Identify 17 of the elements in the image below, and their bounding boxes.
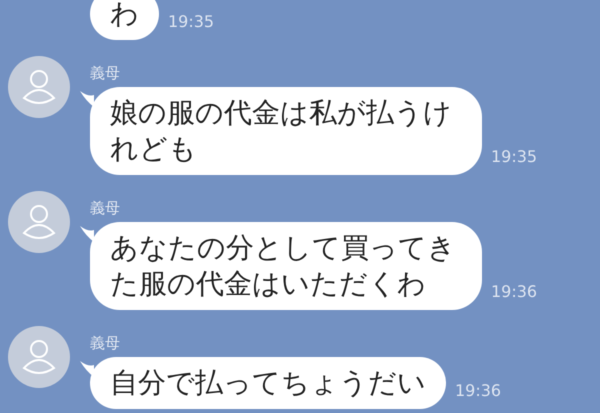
message-bubble: あなたの分として買ってきた服の代金はいただくわ bbox=[90, 222, 482, 310]
speech-tail-icon bbox=[80, 91, 94, 107]
message-time: 19:35 bbox=[491, 146, 538, 168]
sender-name: 義母 bbox=[90, 63, 121, 83]
message-bubble: 娘の服の代金は私が払うけれども bbox=[90, 87, 482, 175]
message-bubble: わ bbox=[90, 0, 159, 40]
speech-tail-icon bbox=[80, 226, 94, 242]
message-time: 19:36 bbox=[491, 281, 538, 303]
message-time: 19:36 bbox=[455, 380, 502, 402]
avatar-icon bbox=[8, 56, 70, 118]
avatar-icon bbox=[8, 191, 70, 253]
sender-name: 義母 bbox=[90, 198, 121, 218]
sender-name: 義母 bbox=[90, 333, 121, 353]
avatar-icon bbox=[8, 326, 70, 388]
message-bubble: 自分で払ってちょうだい bbox=[90, 357, 446, 409]
speech-tail-icon bbox=[80, 361, 94, 377]
message-time: 19:35 bbox=[168, 11, 214, 33]
